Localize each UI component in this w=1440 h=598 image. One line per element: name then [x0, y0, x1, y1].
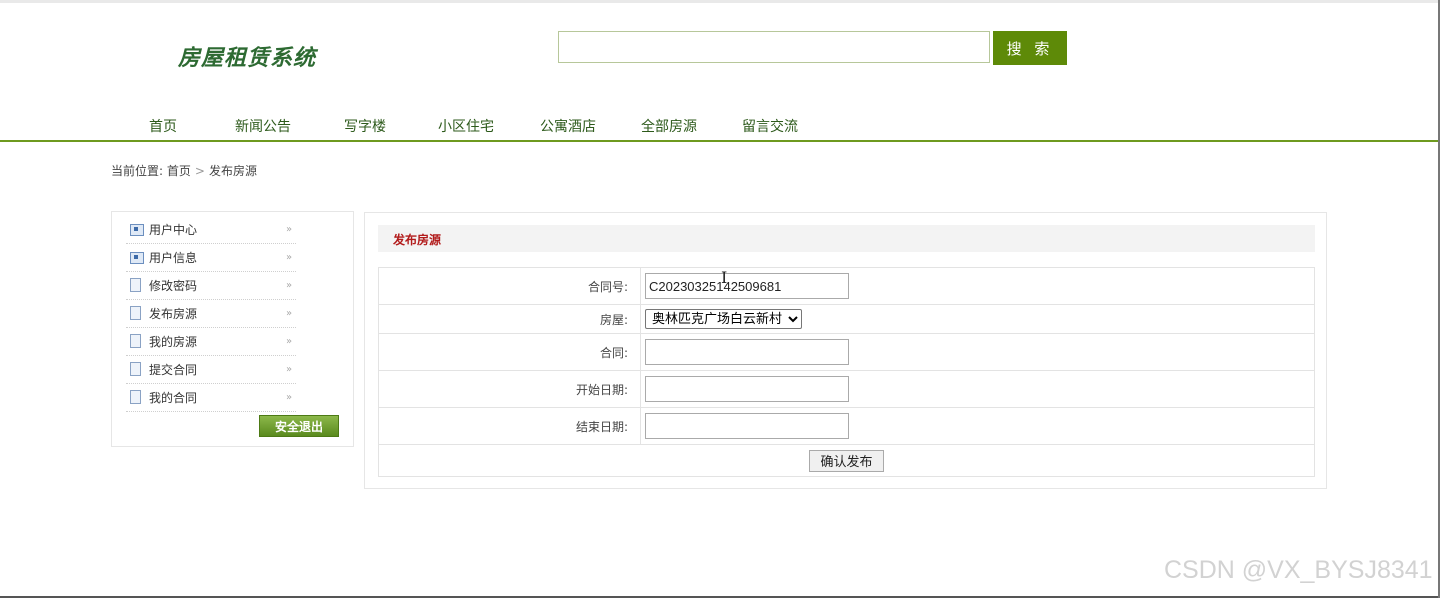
contract-label: 合同:: [378, 333, 641, 371]
nav-item-messages[interactable]: 留言交流: [742, 116, 798, 136]
contract-no-cell: [640, 267, 1315, 305]
end-date-input[interactable]: [645, 413, 849, 439]
publish-form: 合同号: 房屋: 奥林匹克广场白云新村 合同: 开始日期:: [378, 267, 1315, 477]
user-sidebar: 用户中心 » 用户信息 » 修改密码 » 发布房源 » 我的房源 » 提交合同 …: [111, 211, 354, 447]
chevron-right-icon: »: [286, 252, 293, 263]
house-select[interactable]: 奥林匹克广场白云新村: [645, 309, 802, 329]
form-row-submit: 确认发布: [378, 444, 1315, 477]
submit-cell: 确认发布: [378, 444, 1315, 477]
breadcrumb-current: 发布房源: [208, 164, 257, 178]
sidebar-item-label: 修改密码: [149, 279, 198, 293]
start-date-input[interactable]: [645, 376, 849, 402]
breadcrumb-prefix: 当前位置:: [111, 164, 164, 178]
sidebar-item-label: 用户信息: [149, 251, 198, 265]
search-input[interactable]: [558, 31, 990, 63]
sidebar-item-publish-listing[interactable]: 发布房源 »: [126, 300, 296, 328]
breadcrumb-separator: >: [194, 164, 205, 178]
start-date-cell: [640, 370, 1315, 408]
contract-cell: [640, 333, 1315, 371]
end-date-label: 结束日期:: [378, 407, 641, 445]
search-button[interactable]: 搜 索: [993, 31, 1067, 65]
sidebar-item-user-center[interactable]: 用户中心 »: [126, 216, 296, 244]
nav-item-residential[interactable]: 小区住宅: [438, 116, 494, 136]
nav-item-news[interactable]: 新闻公告: [235, 116, 291, 136]
chevron-right-icon: »: [286, 336, 293, 347]
sidebar-item-my-listings[interactable]: 我的房源 »: [126, 328, 296, 356]
main-nav: 首页 新闻公告 写字楼 小区住宅 公寓酒店 全部房源 留言交流: [0, 116, 1440, 140]
contract-no-label: 合同号:: [378, 267, 641, 305]
watermark: CSDN @VX_BYSJ8341: [1164, 556, 1433, 584]
sidebar-item-my-contracts[interactable]: 我的合同 »: [126, 384, 296, 412]
document-icon: [130, 362, 141, 376]
start-date-label: 开始日期:: [378, 370, 641, 408]
form-row-house: 房屋: 奥林匹克广场白云新村: [378, 304, 1315, 334]
document-icon: [130, 390, 141, 404]
nav-item-all-listings[interactable]: 全部房源: [641, 116, 697, 136]
chevron-right-icon: »: [286, 392, 293, 403]
nav-item-apartment[interactable]: 公寓酒店: [540, 116, 596, 136]
nav-item-office[interactable]: 写字楼: [344, 116, 386, 136]
publish-listing-panel: 发布房源 合同号: 房屋: 奥林匹克广场白云新村 合同: 开始日期:: [364, 212, 1327, 489]
user-card-icon: [130, 252, 144, 264]
breadcrumb-home[interactable]: 首页: [167, 164, 191, 178]
sidebar-item-label: 提交合同: [149, 363, 198, 377]
form-row-contract: 合同:: [378, 333, 1315, 371]
sidebar-item-label: 我的合同: [149, 391, 198, 405]
chevron-right-icon: »: [286, 364, 293, 375]
nav-item-home[interactable]: 首页: [149, 116, 177, 136]
document-icon: [130, 278, 141, 292]
sidebar-item-label: 发布房源: [149, 307, 198, 321]
document-icon: [130, 334, 141, 348]
site-logo[interactable]: 房屋租赁系统: [178, 40, 316, 72]
sidebar-item-user-info[interactable]: 用户信息 »: [126, 244, 296, 272]
chevron-right-icon: »: [286, 224, 293, 235]
form-row-start-date: 开始日期:: [378, 370, 1315, 408]
panel-title: 发布房源: [393, 233, 442, 247]
top-border: [0, 0, 1440, 3]
text-cursor-icon: I: [721, 268, 728, 287]
nav-divider: [0, 140, 1440, 142]
contract-no-input[interactable]: [645, 273, 849, 299]
sidebar-item-submit-contract[interactable]: 提交合同 »: [126, 356, 296, 384]
house-cell: 奥林匹克广场白云新村: [640, 304, 1315, 334]
confirm-publish-button[interactable]: 确认发布: [809, 449, 884, 472]
breadcrumb: 当前位置: 首页 > 发布房源: [111, 162, 257, 179]
sidebar-item-change-password[interactable]: 修改密码 »: [126, 272, 296, 300]
form-row-end-date: 结束日期:: [378, 407, 1315, 445]
sidebar-item-label: 我的房源: [149, 335, 198, 349]
document-icon: [130, 306, 141, 320]
contract-input[interactable]: [645, 339, 849, 365]
chevron-right-icon: »: [286, 280, 293, 291]
sidebar-item-label: 用户中心: [149, 223, 198, 237]
house-label: 房屋:: [378, 304, 641, 334]
chevron-right-icon: »: [286, 308, 293, 319]
logout-button[interactable]: 安全退出: [259, 415, 339, 437]
panel-header: 发布房源: [378, 225, 1315, 252]
user-card-icon: [130, 224, 144, 236]
end-date-cell: [640, 407, 1315, 445]
form-row-contract-no: 合同号:: [378, 267, 1315, 305]
